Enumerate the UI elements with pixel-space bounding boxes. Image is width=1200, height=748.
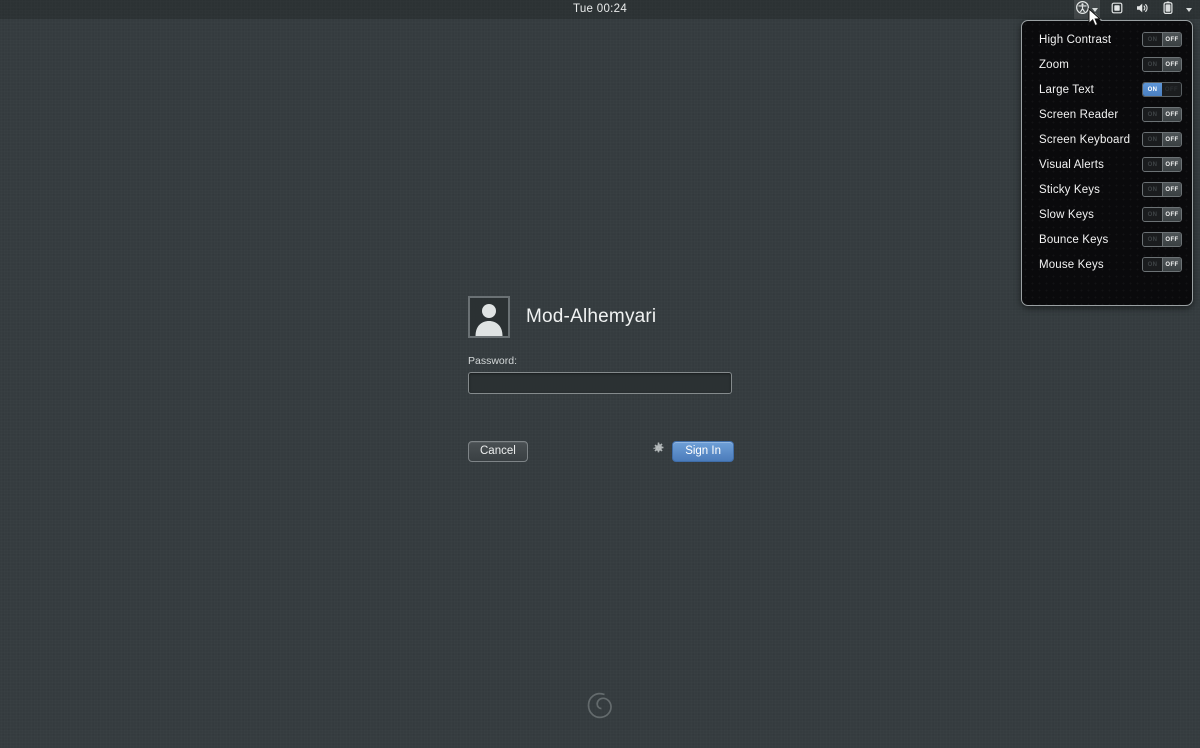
- a11y-item-sticky-keys[interactable]: Sticky Keys ON OFF: [1022, 177, 1192, 202]
- password-input[interactable]: [468, 372, 732, 394]
- toggle-on-label: ON: [1143, 258, 1162, 271]
- a11y-menu-arrow: [1087, 13, 1103, 21]
- signin-group: Sign In: [652, 440, 734, 462]
- toggle-off-label: OFF: [1162, 83, 1181, 96]
- toggle-on-label: ON: [1143, 158, 1162, 171]
- toggle-screen-reader[interactable]: ON OFF: [1142, 107, 1182, 122]
- toggle-high-contrast[interactable]: ON OFF: [1142, 32, 1182, 47]
- a11y-item-label: Bounce Keys: [1039, 233, 1109, 246]
- debian-swirl-logo: [578, 683, 622, 727]
- a11y-item-zoom[interactable]: Zoom ON OFF: [1022, 52, 1192, 77]
- toggle-off-label: OFF: [1162, 108, 1181, 121]
- accessibility-menu: High Contrast ON OFF Zoom ON OFF Large T…: [1021, 20, 1193, 306]
- cancel-button[interactable]: Cancel: [468, 440, 528, 462]
- toggle-off-label: OFF: [1162, 33, 1181, 46]
- toggle-screen-keyboard[interactable]: ON OFF: [1142, 132, 1182, 147]
- system-menu-chevron-icon: [1186, 7, 1192, 12]
- toggle-on-label: ON: [1143, 83, 1162, 96]
- a11y-item-label: Mouse Keys: [1039, 258, 1104, 271]
- toggle-off-label: OFF: [1162, 233, 1181, 246]
- volume-icon: [1136, 1, 1150, 19]
- a11y-item-slow-keys[interactable]: Slow Keys ON OFF: [1022, 202, 1192, 227]
- battery-icon: [1163, 0, 1173, 19]
- user-row: Mod-Alhemyari: [468, 294, 734, 340]
- battery-menu-button[interactable]: [1161, 0, 1175, 19]
- toggle-bounce-keys[interactable]: ON OFF: [1142, 232, 1182, 247]
- a11y-item-label: High Contrast: [1039, 33, 1112, 46]
- toggle-mouse-keys[interactable]: ON OFF: [1142, 257, 1182, 272]
- toggle-on-label: ON: [1143, 183, 1162, 196]
- volume-menu-button[interactable]: [1134, 0, 1152, 19]
- a11y-item-label: Slow Keys: [1039, 208, 1095, 221]
- toggle-off-label: OFF: [1162, 58, 1181, 71]
- login-form: Mod-Alhemyari Password: Cancel Sign In: [468, 294, 734, 462]
- a11y-item-label: Large Text: [1039, 83, 1094, 96]
- a11y-item-label: Zoom: [1039, 58, 1069, 71]
- default-user-avatar-icon: [475, 304, 503, 336]
- display-icon: [1111, 1, 1123, 19]
- a11y-item-label: Sticky Keys: [1039, 183, 1101, 196]
- toggle-on-label: ON: [1143, 233, 1162, 246]
- toggle-large-text[interactable]: ON OFF: [1142, 82, 1182, 97]
- gear-icon[interactable]: [652, 442, 665, 460]
- a11y-item-bounce-keys[interactable]: Bounce Keys ON OFF: [1022, 227, 1192, 252]
- toggle-on-label: ON: [1143, 33, 1162, 46]
- password-label: Password:: [468, 355, 518, 367]
- toggle-on-label: ON: [1143, 133, 1162, 146]
- toggle-on-label: ON: [1143, 108, 1162, 121]
- toggle-zoom[interactable]: ON OFF: [1142, 57, 1182, 72]
- toggle-off-label: OFF: [1162, 158, 1181, 171]
- a11y-item-label: Visual Alerts: [1039, 158, 1105, 171]
- toggle-off-label: OFF: [1162, 133, 1181, 146]
- a11y-item-high-contrast[interactable]: High Contrast ON OFF: [1022, 27, 1192, 52]
- toggle-off-label: OFF: [1162, 258, 1181, 271]
- system-menu-button[interactable]: [1184, 0, 1194, 19]
- a11y-item-label: Screen Reader: [1039, 108, 1119, 121]
- a11y-item-screen-reader[interactable]: Screen Reader ON OFF: [1022, 102, 1192, 127]
- toggle-on-label: ON: [1143, 208, 1162, 221]
- a11y-item-screen-keyboard[interactable]: Screen Keyboard ON OFF: [1022, 127, 1192, 152]
- toggle-off-label: OFF: [1162, 208, 1181, 221]
- login-buttons-row: Cancel Sign In: [468, 440, 734, 462]
- toggle-off-label: OFF: [1162, 183, 1181, 196]
- toggle-on-label: ON: [1143, 58, 1162, 71]
- clock[interactable]: Tue 00:24: [0, 0, 1200, 19]
- a11y-item-mouse-keys[interactable]: Mouse Keys ON OFF: [1022, 252, 1192, 277]
- username-label: Mod-Alhemyari: [526, 306, 657, 327]
- avatar[interactable]: [468, 296, 510, 338]
- chevron-down-icon: [1092, 7, 1098, 12]
- a11y-item-large-text[interactable]: Large Text ON OFF: [1022, 77, 1192, 102]
- toggle-slow-keys[interactable]: ON OFF: [1142, 207, 1182, 222]
- toggle-visual-alerts[interactable]: ON OFF: [1142, 157, 1182, 172]
- signin-button[interactable]: Sign In: [672, 440, 734, 462]
- a11y-item-visual-alerts[interactable]: Visual Alerts ON OFF: [1022, 152, 1192, 177]
- top-panel: Tue 00:24: [0, 0, 1200, 19]
- display-menu-button[interactable]: [1109, 0, 1125, 19]
- toggle-sticky-keys[interactable]: ON OFF: [1142, 182, 1182, 197]
- a11y-item-label: Screen Keyboard: [1039, 133, 1131, 146]
